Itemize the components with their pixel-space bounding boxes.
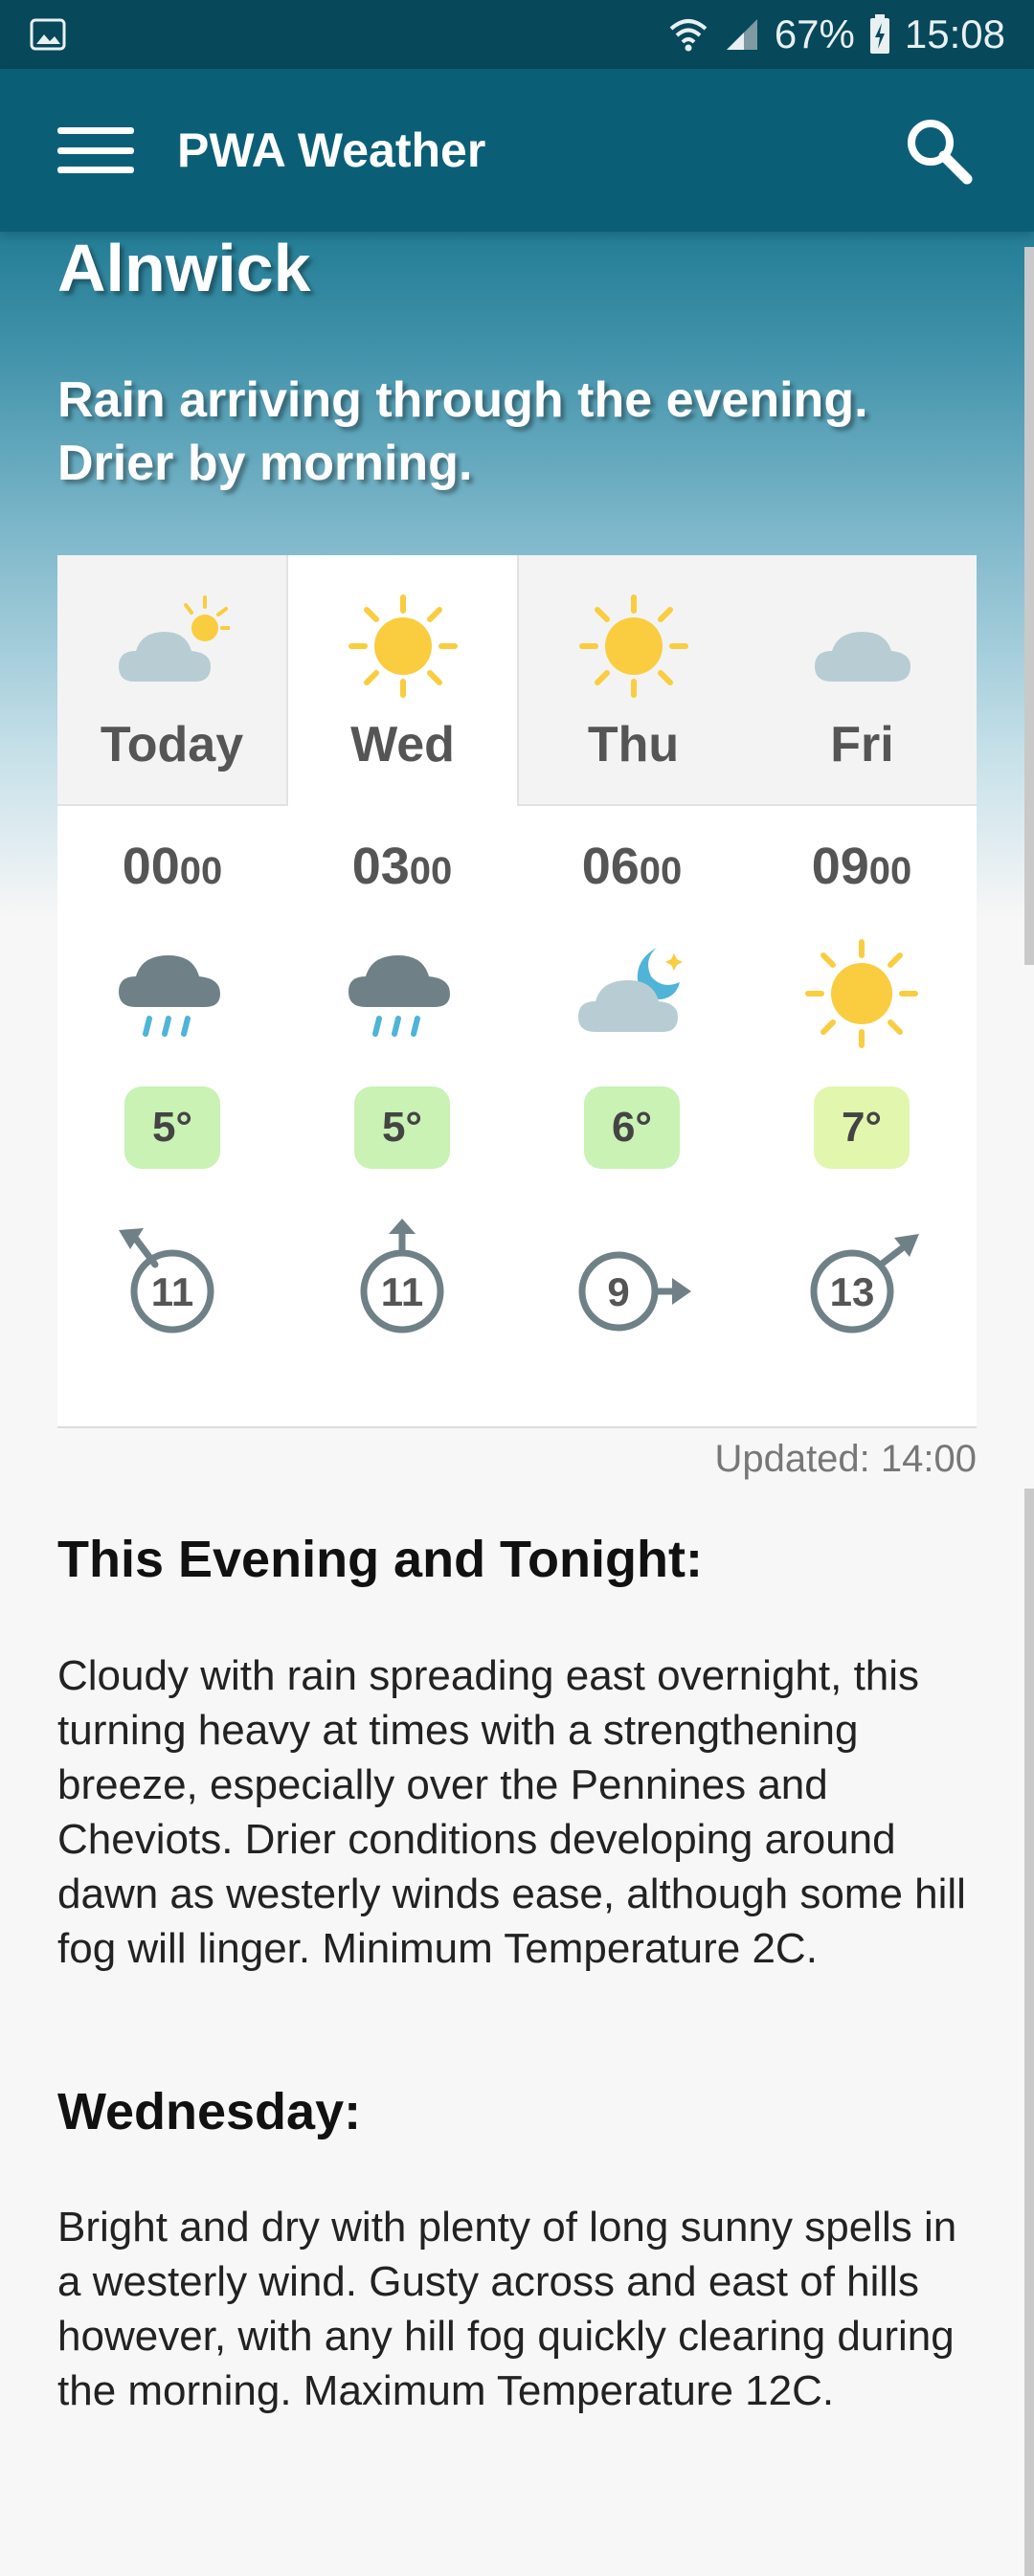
scrollbar-track[interactable]	[1024, 1489, 1034, 2576]
section-body-wednesday: Bright and dry with plenty of long sunny…	[57, 2204, 957, 2414]
hour-column: 0600 6° 9	[517, 806, 747, 1341]
sun-icon	[578, 594, 688, 698]
tab-label: Thu	[587, 717, 680, 773]
section-title-wednesday: Wednesday:	[57, 2083, 362, 2140]
rain-icon	[119, 955, 220, 1037]
menu-icon[interactable]	[57, 122, 134, 179]
hour-column: 0000 5° 11	[57, 806, 287, 1341]
hourly-forecast: 0000 5° 11 0300 5° 11 0600 6° 9 0900 7° …	[57, 806, 977, 1341]
tab-thu[interactable]: Thu	[519, 555, 748, 806]
hour-time: 0300	[351, 838, 453, 895]
wind-indicator: 9	[578, 1251, 691, 1332]
wind-speed: 11	[151, 1269, 193, 1314]
signal-icon	[726, 19, 757, 50]
scrollbar[interactable]	[1024, 247, 1034, 965]
wifi-icon	[669, 19, 708, 52]
temperature-badge: 6°	[584, 1086, 680, 1169]
cloud-icon	[814, 632, 910, 682]
search-icon[interactable]	[900, 112, 977, 189]
hour-column: 0300 5° 11	[287, 806, 517, 1341]
wind-indicator: 13	[810, 1234, 919, 1333]
tab-label: Wed	[350, 717, 455, 773]
hour-time: 0000	[122, 838, 223, 895]
wind-speed: 11	[381, 1269, 423, 1314]
forecast-headline: Rain arriving through the evening. Drier…	[57, 372, 868, 491]
app-bar: PWA Weather	[0, 69, 1034, 232]
section-title-tonight: This Evening and Tonight:	[57, 1531, 703, 1588]
tab-label: Today	[100, 717, 244, 773]
app-title: PWA Weather	[177, 123, 486, 177]
tab-wed[interactable]: Wed	[286, 555, 519, 806]
hour-time: 0900	[811, 838, 912, 895]
wind-indicator: 11	[360, 1219, 444, 1333]
forecast-card: Today Wed Thu Fri 0000 5° 11 0300 5° 11 …	[57, 555, 977, 1428]
battery-charging-icon	[869, 14, 889, 54]
tab-fri[interactable]: Fri	[748, 555, 977, 806]
rain-icon	[348, 955, 450, 1037]
cloud-moon-icon	[578, 948, 683, 1032]
wind-indicator: 11	[119, 1228, 214, 1333]
sun-icon	[805, 939, 918, 1048]
temperature-badge: 5°	[354, 1086, 450, 1169]
status-bar: 67% 15:08	[0, 0, 1034, 69]
location-name: Alnwick	[57, 231, 311, 305]
temperature-badge: 5°	[124, 1086, 220, 1169]
hour-time: 0600	[581, 838, 683, 895]
clock: 15:08	[904, 11, 1005, 56]
divider	[57, 1426, 977, 1428]
temperature-badge: 7°	[814, 1086, 910, 1169]
tab-label: Fri	[830, 717, 894, 773]
tab-today[interactable]: Today	[57, 555, 286, 806]
battery-percent: 67%	[774, 11, 855, 56]
cloud-sun-icon	[118, 595, 230, 682]
updated-time: Updated: 14:00	[714, 1438, 977, 1480]
day-tabs: Today Wed Thu Fri	[57, 555, 977, 806]
hour-column: 0900 7° 13	[747, 806, 977, 1341]
wind-speed: 9	[607, 1269, 629, 1314]
image-icon	[30, 18, 66, 51]
sun-icon	[348, 594, 458, 698]
section-body-tonight: Cloudy with rain spreading east overnigh…	[57, 1652, 966, 1972]
wind-speed: 13	[830, 1269, 875, 1314]
